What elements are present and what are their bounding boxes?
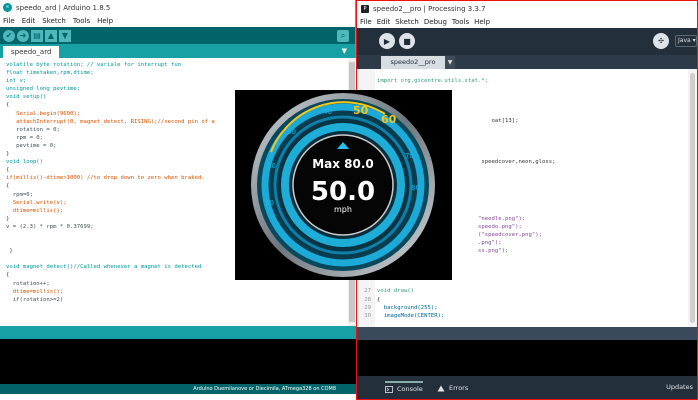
p-menu-tools[interactable]: Tools	[452, 18, 469, 26]
code-line: float timetaken,rpm,dtime;	[6, 70, 94, 77]
line-number: 29	[364, 304, 371, 311]
stop-button[interactable]: ■	[399, 33, 415, 49]
console-icon	[385, 385, 393, 393]
debug-button[interactable]: ✣	[653, 33, 669, 49]
check-icon: ✔	[5, 31, 13, 40]
arduino-window-title: speedo_ard | Arduino 1.8.5	[16, 3, 111, 12]
processing-window-title: speedo2__pro | Processing 3.3.7	[373, 4, 486, 13]
processing-editor-scrollbar[interactable]	[688, 69, 697, 327]
menu-file[interactable]: File	[3, 17, 15, 25]
mark-70: 70	[405, 152, 414, 160]
open-button[interactable]: ▲	[45, 29, 57, 42]
code-text: void draw()	[377, 288, 415, 295]
warning-icon	[437, 385, 445, 391]
p-menu-help[interactable]: Help	[474, 18, 490, 26]
code-text: import org.gicentre.utils.stat.*;	[377, 78, 489, 84]
processing-console	[357, 340, 697, 376]
menu-sketch[interactable]: Sketch	[42, 17, 66, 25]
processing-menu-bar: File Edit Sketch Debug Tools Help	[357, 16, 697, 28]
processing-toolbar: ▶ ■ ✣ Java ▾	[357, 28, 697, 55]
arduino-menu-bar: File Edit Sketch Tools Help	[0, 15, 355, 27]
code-line: 27 void draw()	[357, 287, 687, 295]
new-button[interactable]: ▤	[31, 29, 43, 42]
scroll-thumb[interactable]	[690, 73, 695, 323]
tab-arrow-icon[interactable]: ▼	[445, 56, 455, 69]
processing-tab-bar: speedo2__pro ▼	[357, 55, 697, 69]
mark-40: 40	[323, 108, 332, 116]
code-line: volatile byte rotation; // variale for i…	[6, 62, 182, 68]
arduino-status-line	[0, 394, 356, 400]
code-line: 28 {	[357, 296, 687, 304]
code-line: 30 imageMode(CENTER);	[357, 312, 687, 320]
console-tab[interactable]: Console	[385, 381, 423, 395]
processing-title-bar: P speedo2__pro | Processing 3.3.7	[357, 1, 697, 16]
mark-0: 0	[311, 230, 315, 238]
p-menu-sketch[interactable]: Sketch	[395, 18, 419, 26]
code-text: background(255);	[377, 304, 438, 311]
save-button[interactable]: ▼	[59, 29, 71, 42]
updates-label[interactable]: Updates	[666, 383, 693, 391]
line-number: 30	[364, 312, 371, 319]
code-line: 29 background(255);	[357, 304, 687, 312]
code-line: int v;	[6, 78, 27, 85]
console-tab-label: Console	[397, 385, 423, 393]
arduino-board-status: Arduino Duemilanove or Diecimila, ATmega…	[0, 384, 356, 394]
arduino-console-header	[0, 326, 356, 339]
run-button[interactable]: ▶	[379, 33, 395, 49]
verify-button[interactable]: ✔	[3, 29, 15, 42]
errors-tab-label: Errors	[449, 384, 469, 392]
line-number: 28	[364, 296, 371, 303]
line-number	[357, 77, 371, 85]
stop-icon: ■	[403, 36, 411, 46]
arduino-console	[0, 339, 356, 384]
code-line	[357, 279, 687, 287]
arrow-down-icon: ▼	[61, 31, 69, 40]
new-file-icon: ▤	[33, 31, 41, 40]
code-line: dtime=millis();	[6, 288, 64, 295]
mode-selector[interactable]: Java ▾	[675, 35, 697, 47]
upload-button[interactable]: ➜	[17, 29, 29, 42]
mark-10: 10	[265, 199, 274, 207]
magnifier-icon: ⌕	[340, 30, 346, 40]
processing-logo-icon: P	[361, 4, 369, 13]
line-number	[357, 279, 371, 287]
speedometer-sketch-window: 50 60 70 80 40 30 20 10 0 Max 80.0 50.0 …	[235, 90, 452, 280]
menu-edit[interactable]: Edit	[22, 17, 36, 25]
mark-30: 30	[287, 128, 296, 136]
mark-60: 60	[381, 113, 397, 126]
serial-monitor-button[interactable]: ⌕	[337, 29, 349, 42]
console-divider[interactable]	[357, 327, 697, 340]
processing-bottom-bar: Console Errors Updates	[357, 376, 697, 399]
max-speed-label: Max 80.0	[312, 157, 374, 171]
p-menu-edit[interactable]: Edit	[377, 18, 391, 26]
arrow-right-icon: ➜	[19, 31, 27, 40]
play-icon: ▶	[383, 36, 391, 46]
mark-20: 20	[267, 162, 276, 170]
tab-menu-icon[interactable]: ▼	[342, 47, 347, 55]
menu-tools[interactable]: Tools	[73, 17, 90, 25]
tab-speedo-ard[interactable]: speedo_ard	[3, 46, 60, 58]
arduino-logo-icon: ∞	[3, 3, 12, 12]
code-text: imageMode(CENTER);	[377, 312, 445, 319]
p-menu-debug[interactable]: Debug	[424, 18, 447, 26]
tab-speedo2-pro[interactable]: speedo2__pro	[381, 56, 445, 69]
line-number: 27	[364, 288, 371, 295]
mark-80: 80	[411, 184, 420, 192]
p-menu-file[interactable]: File	[360, 18, 372, 26]
speed-unit: mph	[334, 205, 352, 214]
arrow-up-icon: ▲	[47, 31, 55, 40]
errors-tab[interactable]: Errors	[437, 381, 468, 395]
code-text: {	[377, 296, 381, 303]
current-speed: 50.0	[311, 177, 375, 207]
menu-help[interactable]: Help	[97, 17, 113, 25]
code-line: rotation++;	[6, 280, 50, 287]
arduino-toolbar: ✔ ➜ ▤ ▲ ▼ ⌕	[0, 27, 355, 44]
arduino-title-bar: ∞ speedo_ard | Arduino 1.8.5	[0, 0, 355, 15]
arduino-tab-bar: speedo_ard ▼	[0, 44, 355, 58]
code-line: import org.gicentre.utils.stat.*;	[357, 77, 687, 85]
speedometer-graphic: 50 60 70 80 40 30 20 10 0 Max 80.0 50.0 …	[251, 93, 435, 277]
butterfly-icon: ✣	[658, 37, 664, 45]
code-line: if(rotation>=2)	[6, 296, 64, 303]
mark-50: 50	[353, 104, 369, 117]
